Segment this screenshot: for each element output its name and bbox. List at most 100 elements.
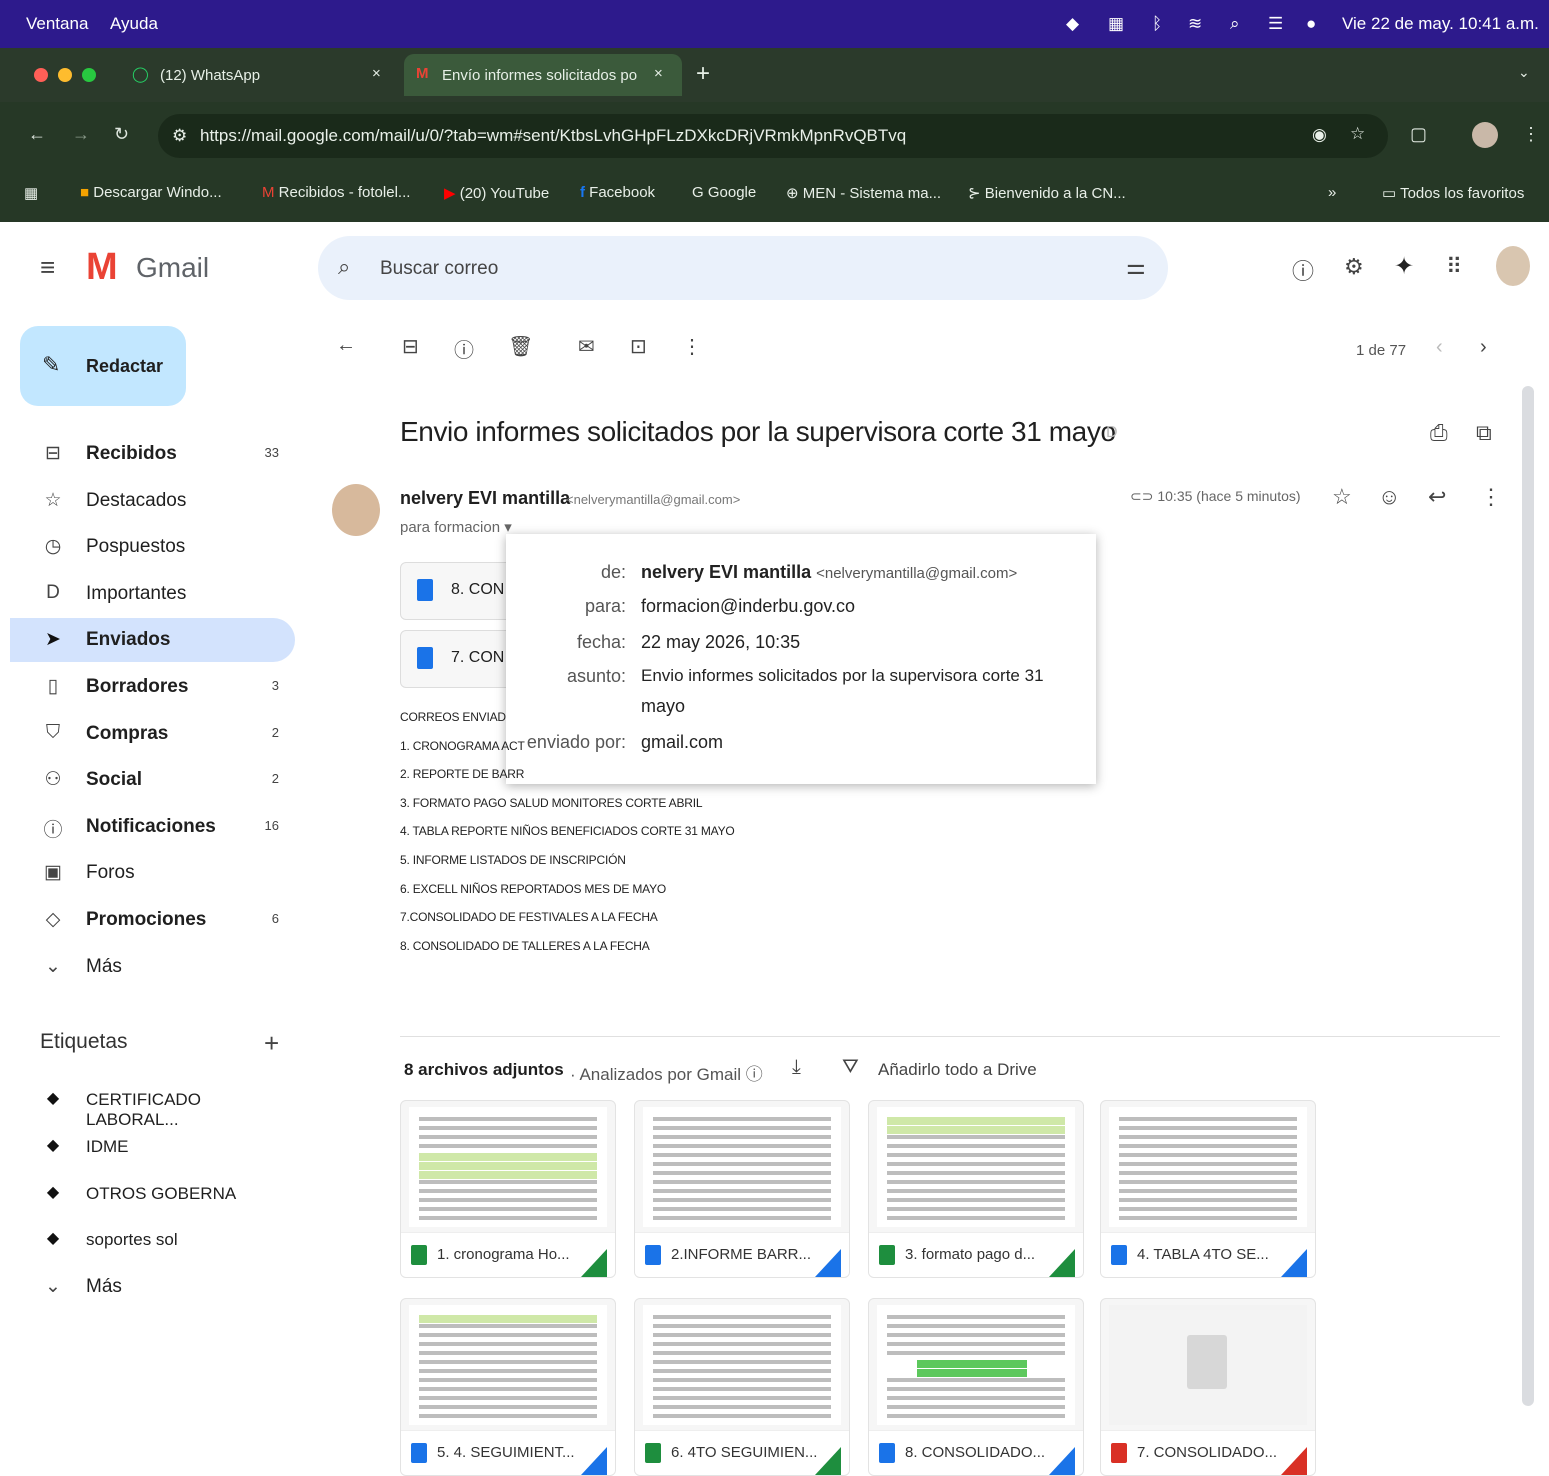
bookmark-google[interactable]: G Google (692, 184, 756, 201)
attachment-card[interactable]: 4. TABLA 4TO SE... (1100, 1100, 1316, 1278)
sidebar-item-social[interactable]: ⚇ Social 2 (10, 758, 295, 802)
add-label-icon[interactable]: + (264, 1028, 279, 1059)
attachment-card[interactable]: 5. 4. SEGUIMIENT... (400, 1298, 616, 1476)
sender-email[interactable]: <nelverymantilla@gmail.com> (566, 492, 740, 507)
report-spam-icon[interactable]: ⓘ (454, 334, 474, 363)
open-new-window-icon[interactable]: ⧉ (1476, 420, 1492, 446)
tab-whatsapp[interactable]: ◯ (12) WhatsApp × (120, 54, 400, 96)
bookmark-windows[interactable]: ■ Descargar Windo... (80, 184, 222, 201)
forward-icon[interactable]: → (72, 124, 90, 145)
newer-icon[interactable]: ‹ (1436, 336, 1443, 359)
extensions-icon[interactable]: ▢ (1410, 124, 1427, 145)
tab-search-icon[interactable]: ⌄ (1518, 64, 1530, 81)
maximize-window-button[interactable] (82, 68, 96, 82)
mark-unread-icon[interactable]: ✉ (578, 334, 595, 359)
bookmark-youtube[interactable]: ▶ (20) YouTube (444, 184, 549, 202)
label-item[interactable]: ◆ soportes sol (10, 1218, 295, 1262)
bookmarks-overflow[interactable]: » (1328, 184, 1336, 201)
menu-ventana[interactable]: Ventana (26, 14, 88, 34)
profile-avatar[interactable] (1472, 122, 1498, 148)
bookmark-recibidos[interactable]: M Recibidos - fotolel... (262, 184, 410, 201)
back-icon[interactable]: ← (28, 124, 46, 145)
add-to-drive-icon[interactable]: ⛛ (842, 1056, 859, 1079)
more-actions-icon[interactable]: ⋮ (682, 334, 702, 359)
datetime[interactable]: Vie 22 de may. 10:41 a.m. (1342, 14, 1539, 34)
info-icon[interactable]: ⓘ (746, 1065, 763, 1084)
attachment-card[interactable]: 2.INFORME BARR... (634, 1100, 850, 1278)
print-icon[interactable]: ⎙ (1430, 420, 1448, 446)
bookmark-star-icon[interactable]: ☆ (1350, 124, 1365, 144)
status-icon[interactable]: ◆ (1066, 14, 1079, 34)
sidebar-item-foros[interactable]: ▣ Foros (10, 851, 295, 895)
tab-gmail[interactable]: M Envío informes solicitados po × (404, 54, 682, 96)
download-all-icon[interactable]: ⤓ (792, 1056, 801, 1079)
label-item[interactable]: ◆ IDME (10, 1125, 295, 1169)
close-tab-icon[interactable]: × (372, 65, 381, 82)
search-bar[interactable]: ⌕ Buscar correo ⚌ (318, 236, 1168, 300)
sidebar-item-enviados[interactable]: ➤ Enviados (10, 618, 295, 663)
bookmark-men[interactable]: ⊕ MEN - Sistema ma... (786, 184, 941, 202)
main-menu-icon[interactable]: ≡ (40, 252, 55, 283)
settings-icon[interactable]: ⚙ (1344, 254, 1364, 280)
reply-icon[interactable]: ↩ (1428, 484, 1446, 510)
sidebar-item-borradores[interactable]: ▯ Borradores 3 (10, 665, 295, 709)
search-icon[interactable]: ⌕ (1230, 14, 1240, 34)
older-icon[interactable]: › (1480, 336, 1487, 359)
archive-icon[interactable]: ⊟ (402, 334, 419, 359)
wifi-icon[interactable]: ≋ (1188, 14, 1202, 34)
sidebar-item-pospuestos[interactable]: ◷ Pospuestos (10, 525, 295, 569)
recipient-line[interactable]: para formacion ▾ (400, 518, 512, 536)
snooze-icon[interactable]: ⊡ (630, 334, 647, 359)
help-icon[interactable]: ⓘ (1292, 254, 1314, 286)
sidebar-item-destacados[interactable]: ☆ Destacados (10, 479, 295, 523)
add-all-to-drive[interactable]: Añadirlo todo a Drive (878, 1060, 1037, 1080)
attachment-card[interactable]: 8. CONSOLIDADO... (868, 1298, 1084, 1476)
account-avatar[interactable] (1496, 246, 1530, 286)
more-vert-icon[interactable]: ⋮ (1522, 124, 1540, 145)
minimize-window-button[interactable] (58, 68, 72, 82)
control-center-icon[interactable]: ☰ (1268, 14, 1283, 34)
sender-avatar[interactable] (332, 484, 380, 536)
sidebar-item-notificaciones[interactable]: ⓘ Notificaciones 16 (10, 805, 295, 849)
attachment-card[interactable]: 3. formato pago d... (868, 1100, 1084, 1278)
scrollbar[interactable] (1522, 386, 1534, 1406)
back-to-list-icon[interactable]: ← (336, 334, 356, 357)
menu-ayuda[interactable]: Ayuda (110, 14, 158, 34)
gmail-logo-icon[interactable]: M (86, 246, 118, 289)
reload-icon[interactable]: ↻ (114, 124, 129, 145)
site-info-icon[interactable]: ⚙ (172, 126, 187, 146)
more-message-actions-icon[interactable]: ⋮ (1480, 484, 1502, 510)
eye-icon[interactable]: ◉ (1312, 125, 1327, 145)
sidebar-item-promociones[interactable]: ◇ Promociones 6 (10, 898, 295, 942)
attachment-card[interactable]: 6. 4TO SEGUIMIEN... (634, 1298, 850, 1476)
delete-icon[interactable]: 🗑 (508, 334, 533, 359)
apps-grid-icon[interactable]: ⠿ (1446, 254, 1462, 280)
search-options-icon[interactable]: ⚌ (1126, 254, 1146, 280)
search-icon[interactable]: ⌕ (338, 254, 350, 280)
labels-more[interactable]: ⌄ Más (10, 1265, 295, 1309)
attachment-card[interactable]: 7. CONSOLIDADO... (1100, 1298, 1316, 1476)
bluetooth-icon[interactable]: ᛒ (1152, 14, 1162, 34)
star-icon[interactable]: ☆ (1332, 484, 1352, 510)
sender-name[interactable]: nelvery EVI mantilla (400, 488, 570, 509)
sidebar-item-importantes[interactable]: D Importantes (10, 572, 295, 616)
sidebar-item-compras[interactable]: ⛉ Compras 2 (10, 712, 295, 756)
compose-button[interactable]: ✎ Redactar (20, 326, 186, 406)
label-item[interactable]: ◆ OTROS GOBERNA (10, 1172, 295, 1216)
close-window-button[interactable] (34, 68, 48, 82)
sidebar-item-mas[interactable]: ⌄ Más (10, 945, 295, 989)
new-tab-button[interactable]: + (696, 60, 710, 88)
gemini-icon[interactable]: ✦ (1394, 252, 1414, 281)
emoji-react-icon[interactable]: ☺ (1378, 484, 1400, 510)
calendar-icon[interactable]: ▦ (1108, 14, 1124, 34)
bookmark-facebook[interactable]: f Facebook (580, 184, 655, 201)
sidebar-item-recibidos[interactable]: ⊟ Recibidos 33 (10, 432, 295, 476)
close-tab-icon[interactable]: × (654, 65, 663, 82)
address-bar[interactable]: ⚙ https://mail.google.com/mail/u/0/?tab=… (158, 114, 1388, 158)
apps-grid-icon[interactable]: ▦ (24, 184, 38, 202)
bookmark-cn[interactable]: ⊱ Bienvenido a la CN... (968, 184, 1126, 202)
label-important-icon[interactable]: D (1106, 424, 1118, 442)
search-input[interactable]: Buscar correo (380, 258, 498, 280)
label-item[interactable]: ◆ CERTIFICADO LABORAL... (10, 1078, 295, 1129)
attachment-card[interactable]: 1. cronograma Ho... (400, 1100, 616, 1278)
